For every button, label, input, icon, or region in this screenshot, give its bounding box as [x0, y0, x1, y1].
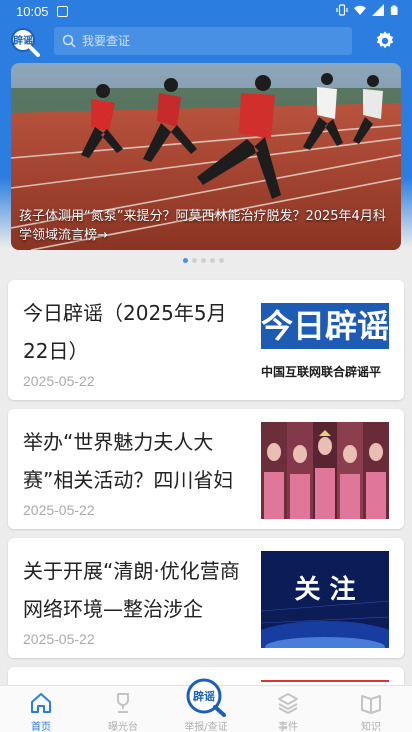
article-date: 2025-05-22	[23, 631, 95, 647]
tab-label: 曝光台	[108, 722, 138, 732]
banner-caption[interactable]: 孩子体测用“氮泵”来提分？阿莫西林能治疗脱发？2025年4月科学领域流言榜→	[19, 207, 393, 245]
article-title[interactable]: 举办“世界魅力夫人大赛”相关活动？四川省妇	[23, 423, 245, 499]
tab-label: 事件	[278, 722, 298, 732]
logo-text: 辟谣	[12, 34, 33, 47]
article-thumbnail: 今日辟谣 中国互联网联合辟谣平	[261, 293, 389, 390]
signal-icon	[372, 4, 384, 16]
search-logo-icon[interactable]: 辟谣	[184, 677, 228, 717]
gear-icon[interactable]	[374, 30, 396, 52]
thumbnail-title: 关 注	[294, 575, 356, 605]
app-logo-icon[interactable]: 辟谣	[10, 27, 40, 57]
carousel-dot	[219, 258, 224, 263]
article-title[interactable]: 今日辟谣（2025年5月22日）	[23, 294, 245, 370]
carousel-dot	[210, 258, 215, 263]
status-time: 10:05	[16, 4, 49, 19]
carousel-dot	[201, 258, 206, 263]
article-title[interactable]: 关于开展“清朗·优化营商网络环境—整治涉企	[23, 552, 245, 628]
search-input[interactable]	[82, 27, 342, 55]
search-bar[interactable]	[54, 27, 352, 55]
article-card[interactable]: 关于开展“清朗·优化营商网络环境—整治涉企 2025-05-22 关 注	[8, 538, 404, 658]
tab-home[interactable]: 首页	[0, 686, 82, 732]
article-thumbnail	[261, 422, 389, 519]
carousel-dot	[192, 258, 197, 263]
trophy-icon	[117, 693, 129, 713]
layers-icon	[278, 693, 298, 714]
thumbnail-title: 今日辟谣	[261, 307, 389, 345]
carousel-indicator	[183, 258, 224, 263]
banner-carousel[interactable]: 孩子体测用“氮泵”来提分？阿莫西林能治疗脱发？2025年4月科学领域流言榜→	[11, 63, 401, 250]
carousel-dot-active	[183, 258, 188, 263]
battery-icon	[390, 5, 398, 15]
tab-knowledge[interactable]: 知识	[330, 686, 412, 732]
article-card[interactable]: 今日辟谣（2025年5月22日） 2025-05-22 今日辟谣 中国互联网联合…	[8, 280, 404, 400]
tab-exposure[interactable]: 曝光台	[82, 686, 164, 732]
home-icon	[31, 693, 51, 713]
article-thumbnail: 关 注	[261, 551, 389, 648]
status-icons	[336, 4, 400, 16]
top-bar: 辟谣	[0, 24, 412, 58]
center-logo-text: 辟谣	[193, 689, 215, 703]
sim-icon	[57, 6, 68, 17]
thumbnail-subtitle: 中国互联网联合辟谣平	[261, 365, 382, 379]
status-bar: 10:05	[0, 0, 412, 24]
article-date: 2025-05-22	[23, 373, 95, 389]
tab-label: 举报/查证	[184, 722, 228, 732]
tab-label: 首页	[31, 722, 51, 732]
wifi-icon	[354, 5, 366, 15]
tab-label: 知识	[361, 722, 381, 732]
article-date: 2025-05-22	[23, 502, 95, 518]
book-icon	[361, 695, 381, 714]
tab-events[interactable]: 事件	[247, 686, 329, 732]
article-card[interactable]: 举办“世界魅力夫人大赛”相关活动？四川省妇 2025-05-22	[8, 409, 404, 529]
search-icon	[62, 34, 76, 48]
vibrate-icon	[336, 4, 348, 16]
